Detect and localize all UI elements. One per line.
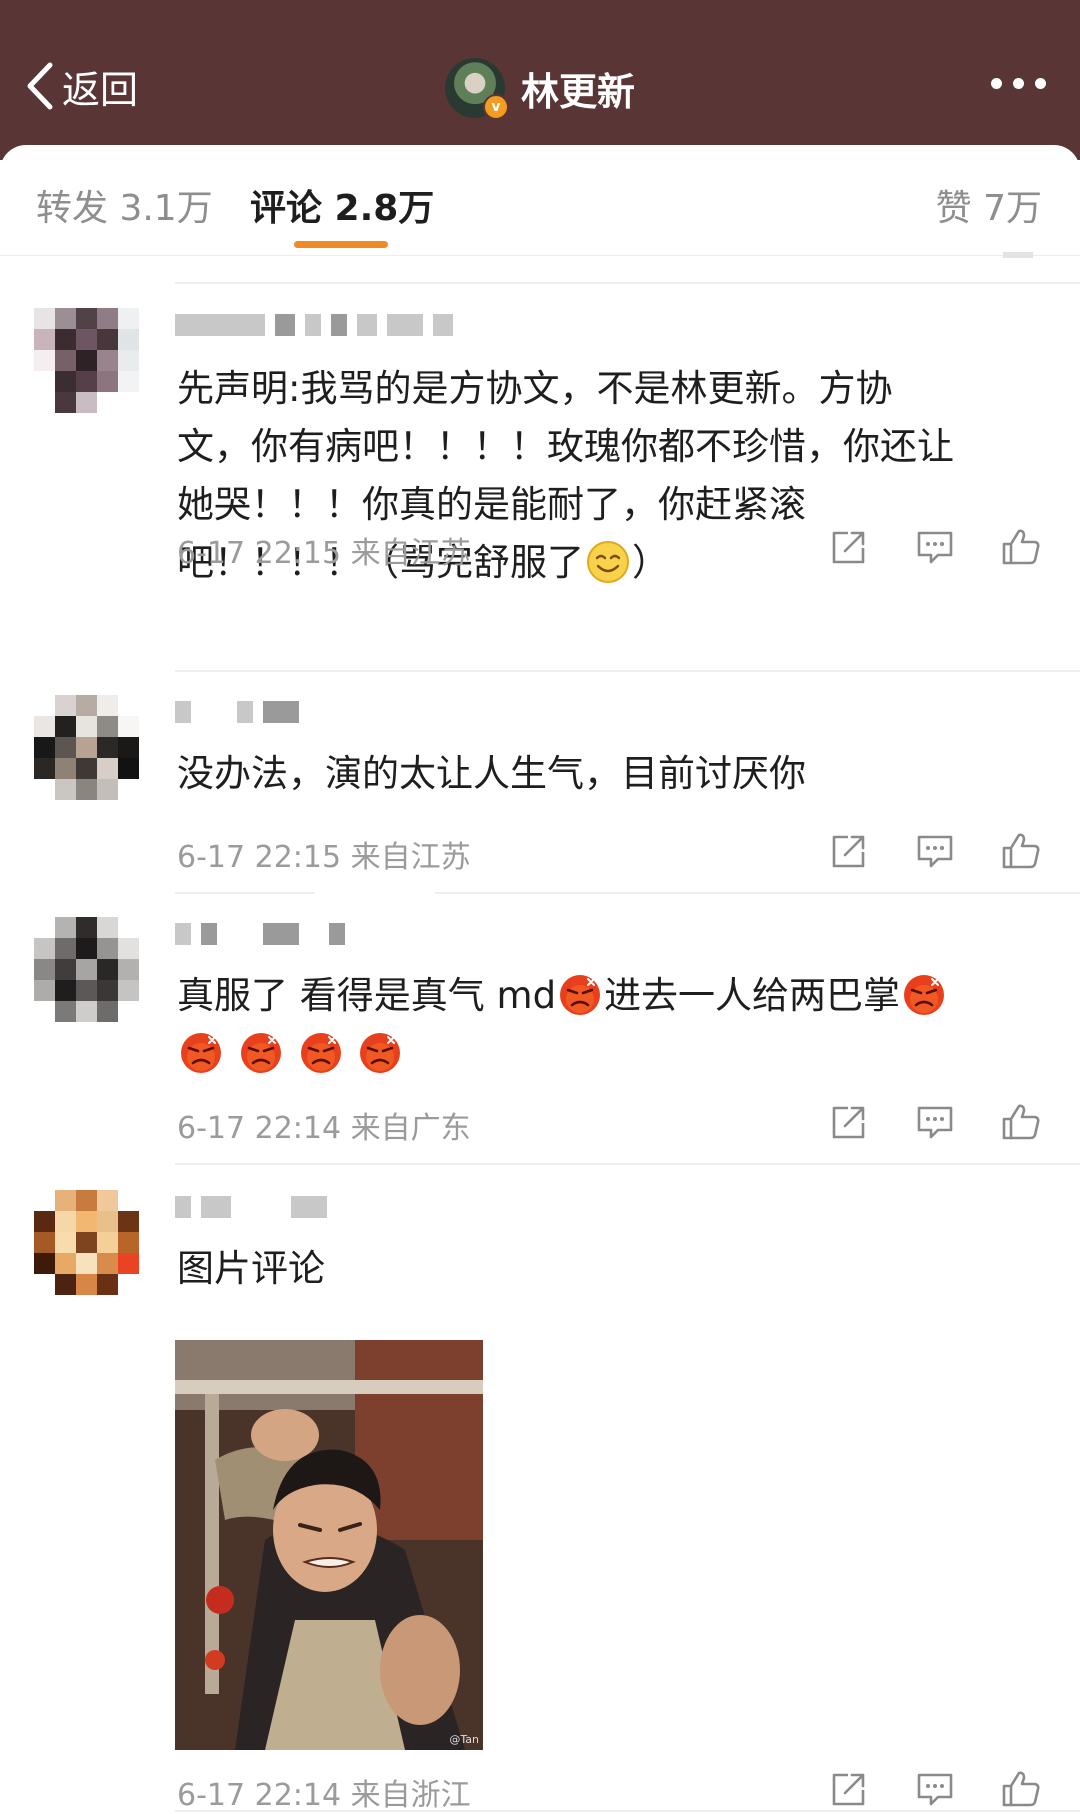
- comment-meta: 6-17 22:14 来自浙江: [177, 1778, 471, 1813]
- reply-button[interactable]: [914, 1101, 956, 1143]
- comment-icon: [917, 835, 953, 868]
- avatar[interactable]: [34, 917, 139, 1022]
- tab-active-indicator: [294, 241, 388, 248]
- share-icon: [832, 531, 865, 564]
- share-icon: [832, 1773, 865, 1806]
- tab-reposts[interactable]: 转发 3.1万: [36, 179, 213, 231]
- tab-bar: 转发 3.1万 评论 2.8万 赞 7万: [0, 145, 1080, 256]
- share-button[interactable]: [828, 526, 870, 568]
- comment-image[interactable]: @Tan: [175, 1340, 483, 1750]
- page-title: 林更新: [521, 69, 636, 114]
- comment-text: 真服了 看得是真气 md 进去一人给两巴掌: [177, 967, 1057, 1083]
- like-button[interactable]: [1000, 1768, 1042, 1810]
- divider: [175, 670, 1080, 672]
- comment-actions: [828, 1768, 1042, 1810]
- back-label: 返回: [62, 67, 139, 112]
- reply-button[interactable]: [914, 1768, 956, 1810]
- divider: [175, 892, 1080, 894]
- reply-button[interactable]: [914, 830, 956, 872]
- tab-likes[interactable]: 赞 7万: [936, 179, 1042, 231]
- comment-actions: [828, 830, 1042, 872]
- thumbs-up-icon: [1002, 1104, 1040, 1140]
- more-dots-icon[interactable]: [991, 78, 1046, 89]
- like-button[interactable]: [1000, 1101, 1042, 1143]
- like-button[interactable]: [1000, 830, 1042, 872]
- post-author[interactable]: v 林更新: [445, 56, 635, 120]
- share-button[interactable]: [828, 1101, 870, 1143]
- meme-photo: [175, 1340, 483, 1750]
- share-button[interactable]: [828, 830, 870, 872]
- comment-icon: [917, 531, 953, 564]
- username-blurred[interactable]: [175, 308, 453, 342]
- divider: [175, 1810, 1080, 1812]
- tab-comments[interactable]: 评论 2.8万: [250, 179, 434, 231]
- share-button[interactable]: [828, 1768, 870, 1810]
- comment-actions: [828, 1101, 1042, 1143]
- comment-meta: 6-17 22:15 来自江苏: [177, 536, 471, 571]
- avatar[interactable]: [34, 695, 139, 800]
- comment-icon: [917, 1106, 953, 1139]
- comment-meta: 6-17 22:14 来自广东: [177, 1111, 471, 1146]
- angry-emoji: [560, 975, 601, 1015]
- angry-emoji: [300, 1033, 341, 1073]
- verified-badge: v: [483, 94, 509, 120]
- partial-action-icon: [1003, 252, 1033, 258]
- thumbs-up-icon: [1002, 529, 1040, 565]
- divider: [175, 1163, 1080, 1165]
- comment-text: 没办法，演的太让人生气，目前讨厌你: [177, 752, 806, 795]
- comment-meta: 6-17 22:15 来自江苏: [177, 840, 471, 875]
- username-blurred[interactable]: [175, 917, 345, 951]
- chevron-left-icon: [27, 62, 53, 110]
- comment-actions: [828, 526, 1042, 568]
- angry-emoji: [240, 1033, 281, 1073]
- thumbs-up-icon: [1002, 1771, 1040, 1807]
- image-watermark: @Tan: [449, 1733, 479, 1746]
- share-icon: [832, 1106, 865, 1139]
- username-blurred[interactable]: [175, 1190, 327, 1224]
- reply-button[interactable]: [914, 526, 956, 568]
- thumbs-up-icon: [1002, 833, 1040, 869]
- top-bar: 返回 v 林更新: [0, 0, 1080, 160]
- angry-emoji: [181, 1033, 221, 1073]
- divider: [175, 282, 1080, 284]
- comment-icon: [917, 1773, 953, 1806]
- share-icon: [832, 835, 865, 868]
- comment-text: 图片评论: [177, 1247, 325, 1290]
- avatar[interactable]: [34, 1190, 139, 1295]
- avatar: v: [445, 58, 509, 120]
- username-blurred[interactable]: [175, 695, 299, 729]
- angry-emoji: [360, 1033, 401, 1073]
- avatar[interactable]: [34, 308, 139, 413]
- like-button[interactable]: [1000, 526, 1042, 568]
- back-button[interactable]: 返回: [24, 58, 138, 114]
- smile-emoji: [587, 541, 629, 583]
- angry-emoji: [904, 975, 945, 1015]
